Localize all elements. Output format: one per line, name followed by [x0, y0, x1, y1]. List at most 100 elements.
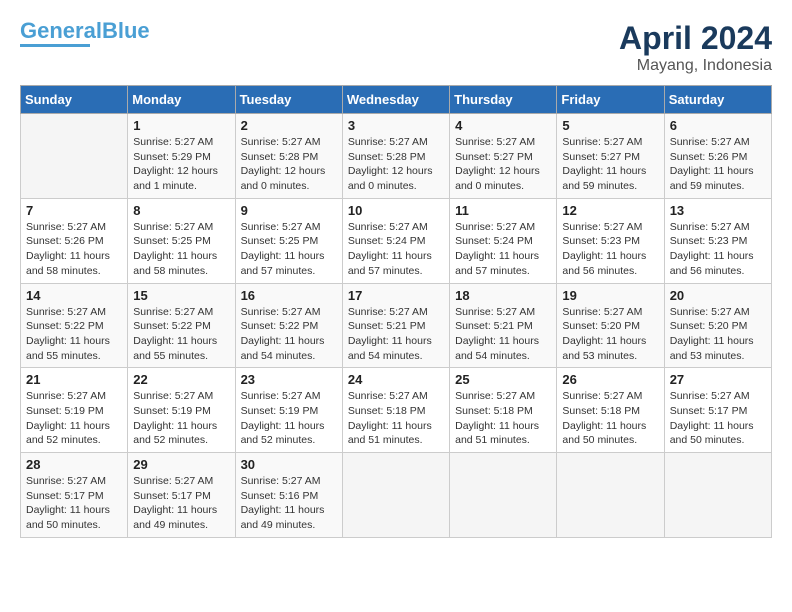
calendar-cell: 17Sunrise: 5:27 AM Sunset: 5:21 PM Dayli… [342, 283, 449, 368]
calendar-cell: 7 Sunrise: 5:27 AM Sunset: 5:26 PM Daylig… [21, 198, 128, 283]
day-info: Sunrise: 5:27 AM Sunset: 5:18 PM Dayligh… [455, 389, 551, 448]
calendar-cell: 21 Sunrise: 5:27 AM Sunset: 5:19 PM Dayli… [21, 368, 128, 453]
calendar-cell [664, 453, 771, 538]
day-info: Sunrise: 5:27 AM Sunset: 5:21 PM Dayligh… [348, 305, 444, 364]
calendar-cell: 16 Sunrise: 5:27 AM Sunset: 5:22 PM Dayli… [235, 283, 342, 368]
day-info: Sunrise: 5:27 AM Sunset: 5:19 PM Dayligh… [133, 389, 229, 448]
day-info: Sunrise: 5:27 AM Sunset: 5:27 PM Dayligh… [455, 135, 551, 194]
day-info: Sunrise: 5:27 AM Sunset: 5:28 PM Dayligh… [348, 135, 444, 194]
calendar-cell: 2Sunrise: 5:27 AM Sunset: 5:28 PM Daylig… [235, 114, 342, 199]
week-row-5: 28 Sunrise: 5:27 AM Sunset: 5:17 PM Dayli… [21, 453, 772, 538]
day-info: Sunrise: 5:27 AM Sunset: 5:18 PM Dayligh… [348, 389, 444, 448]
calendar-cell: 1 Sunrise: 5:27 AM Sunset: 5:29 PM Daylig… [128, 114, 235, 199]
day-number: 11 [455, 203, 551, 218]
calendar-cell: 30Sunrise: 5:27 AM Sunset: 5:16 PM Dayli… [235, 453, 342, 538]
location: Mayang, Indonesia [619, 57, 772, 75]
day-number: 8 [133, 203, 229, 218]
day-info: Sunrise: 5:27 AM Sunset: 5:20 PM Dayligh… [562, 305, 658, 364]
logo: GeneralBlue [20, 20, 150, 47]
calendar-cell: 14 Sunrise: 5:27 AM Sunset: 5:22 PM Dayli… [21, 283, 128, 368]
day-number: 19 [562, 288, 658, 303]
calendar-cell: 18 Sunrise: 5:27 AM Sunset: 5:21 PM Dayli… [450, 283, 557, 368]
calendar-cell [557, 453, 664, 538]
day-info: Sunrise: 5:27 AM Sunset: 5:21 PM Dayligh… [455, 305, 551, 364]
day-number: 27 [670, 372, 766, 387]
day-info: Sunrise: 5:27 AM Sunset: 5:22 PM Dayligh… [241, 305, 337, 364]
day-info: Sunrise: 5:27 AM Sunset: 5:26 PM Dayligh… [26, 220, 122, 279]
day-number: 25 [455, 372, 551, 387]
day-number: 20 [670, 288, 766, 303]
day-number: 12 [562, 203, 658, 218]
day-number: 1 [133, 118, 229, 133]
calendar-cell [342, 453, 449, 538]
day-info: Sunrise: 5:27 AM Sunset: 5:17 PM Dayligh… [26, 474, 122, 533]
title-area: April 2024 Mayang, Indonesia [619, 20, 772, 75]
weekday-header-tuesday: Tuesday [235, 86, 342, 114]
week-row-4: 21 Sunrise: 5:27 AM Sunset: 5:19 PM Dayli… [21, 368, 772, 453]
weekday-header-friday: Friday [557, 86, 664, 114]
day-info: Sunrise: 5:27 AM Sunset: 5:18 PM Dayligh… [562, 389, 658, 448]
day-info: Sunrise: 5:27 AM Sunset: 5:17 PM Dayligh… [133, 474, 229, 533]
day-number: 30 [241, 457, 337, 472]
day-number: 28 [26, 457, 122, 472]
logo-text: GeneralBlue [20, 20, 150, 42]
day-info: Sunrise: 5:27 AM Sunset: 5:23 PM Dayligh… [562, 220, 658, 279]
day-number: 14 [26, 288, 122, 303]
calendar-cell: 29Sunrise: 5:27 AM Sunset: 5:17 PM Dayli… [128, 453, 235, 538]
calendar-table: SundayMondayTuesdayWednesdayThursdayFrid… [20, 85, 772, 538]
day-info: Sunrise: 5:27 AM Sunset: 5:23 PM Dayligh… [670, 220, 766, 279]
calendar-cell: 27Sunrise: 5:27 AM Sunset: 5:17 PM Dayli… [664, 368, 771, 453]
calendar-cell: 20 Sunrise: 5:27 AM Sunset: 5:20 PM Dayli… [664, 283, 771, 368]
day-info: Sunrise: 5:27 AM Sunset: 5:20 PM Dayligh… [670, 305, 766, 364]
day-info: Sunrise: 5:27 AM Sunset: 5:22 PM Dayligh… [26, 305, 122, 364]
day-number: 21 [26, 372, 122, 387]
calendar-cell: 13 Sunrise: 5:27 AM Sunset: 5:23 PM Dayli… [664, 198, 771, 283]
weekday-header-saturday: Saturday [664, 86, 771, 114]
calendar-cell: 3 Sunrise: 5:27 AM Sunset: 5:28 PM Daylig… [342, 114, 449, 199]
month-year: April 2024 [619, 20, 772, 57]
calendar-cell: 28 Sunrise: 5:27 AM Sunset: 5:17 PM Dayli… [21, 453, 128, 538]
day-info: Sunrise: 5:27 AM Sunset: 5:29 PM Dayligh… [133, 135, 229, 194]
logo-blue: Blue [102, 18, 150, 43]
calendar-cell: 15 Sunrise: 5:27 AM Sunset: 5:22 PM Dayli… [128, 283, 235, 368]
day-number: 10 [348, 203, 444, 218]
day-info: Sunrise: 5:27 AM Sunset: 5:22 PM Dayligh… [133, 305, 229, 364]
week-row-3: 14 Sunrise: 5:27 AM Sunset: 5:22 PM Dayli… [21, 283, 772, 368]
weekday-header-thursday: Thursday [450, 86, 557, 114]
calendar-cell [450, 453, 557, 538]
day-info: Sunrise: 5:27 AM Sunset: 5:26 PM Dayligh… [670, 135, 766, 194]
day-info: Sunrise: 5:27 AM Sunset: 5:19 PM Dayligh… [241, 389, 337, 448]
day-info: Sunrise: 5:27 AM Sunset: 5:24 PM Dayligh… [455, 220, 551, 279]
day-number: 16 [241, 288, 337, 303]
calendar-cell: 11 Sunrise: 5:27 AM Sunset: 5:24 PM Dayli… [450, 198, 557, 283]
day-number: 9 [241, 203, 337, 218]
calendar-cell: 6Sunrise: 5:27 AM Sunset: 5:26 PM Daylig… [664, 114, 771, 199]
weekday-header-sunday: Sunday [21, 86, 128, 114]
page-header: GeneralBlue April 2024 Mayang, Indonesia [20, 20, 772, 75]
weekday-header-wednesday: Wednesday [342, 86, 449, 114]
day-info: Sunrise: 5:27 AM Sunset: 5:25 PM Dayligh… [241, 220, 337, 279]
day-number: 18 [455, 288, 551, 303]
calendar-cell: 25 Sunrise: 5:27 AM Sunset: 5:18 PM Dayli… [450, 368, 557, 453]
calendar-cell: 9 Sunrise: 5:27 AM Sunset: 5:25 PM Daylig… [235, 198, 342, 283]
weekday-header-monday: Monday [128, 86, 235, 114]
week-row-2: 7 Sunrise: 5:27 AM Sunset: 5:26 PM Daylig… [21, 198, 772, 283]
day-number: 7 [26, 203, 122, 218]
calendar-cell: 10Sunrise: 5:27 AM Sunset: 5:24 PM Dayli… [342, 198, 449, 283]
day-number: 23 [241, 372, 337, 387]
calendar-cell: 23 Sunrise: 5:27 AM Sunset: 5:19 PM Dayli… [235, 368, 342, 453]
calendar-cell: 12 Sunrise: 5:27 AM Sunset: 5:23 PM Dayli… [557, 198, 664, 283]
day-info: Sunrise: 5:27 AM Sunset: 5:28 PM Dayligh… [241, 135, 337, 194]
calendar-cell: 26 Sunrise: 5:27 AM Sunset: 5:18 PM Dayli… [557, 368, 664, 453]
day-number: 13 [670, 203, 766, 218]
day-number: 15 [133, 288, 229, 303]
calendar-cell: 19 Sunrise: 5:27 AM Sunset: 5:20 PM Dayli… [557, 283, 664, 368]
day-number: 4 [455, 118, 551, 133]
day-number: 26 [562, 372, 658, 387]
day-info: Sunrise: 5:27 AM Sunset: 5:27 PM Dayligh… [562, 135, 658, 194]
calendar-cell: 5Sunrise: 5:27 AM Sunset: 5:27 PM Daylig… [557, 114, 664, 199]
calendar-cell: 24Sunrise: 5:27 AM Sunset: 5:18 PM Dayli… [342, 368, 449, 453]
day-number: 3 [348, 118, 444, 133]
calendar-cell: 4 Sunrise: 5:27 AM Sunset: 5:27 PM Daylig… [450, 114, 557, 199]
day-info: Sunrise: 5:27 AM Sunset: 5:19 PM Dayligh… [26, 389, 122, 448]
